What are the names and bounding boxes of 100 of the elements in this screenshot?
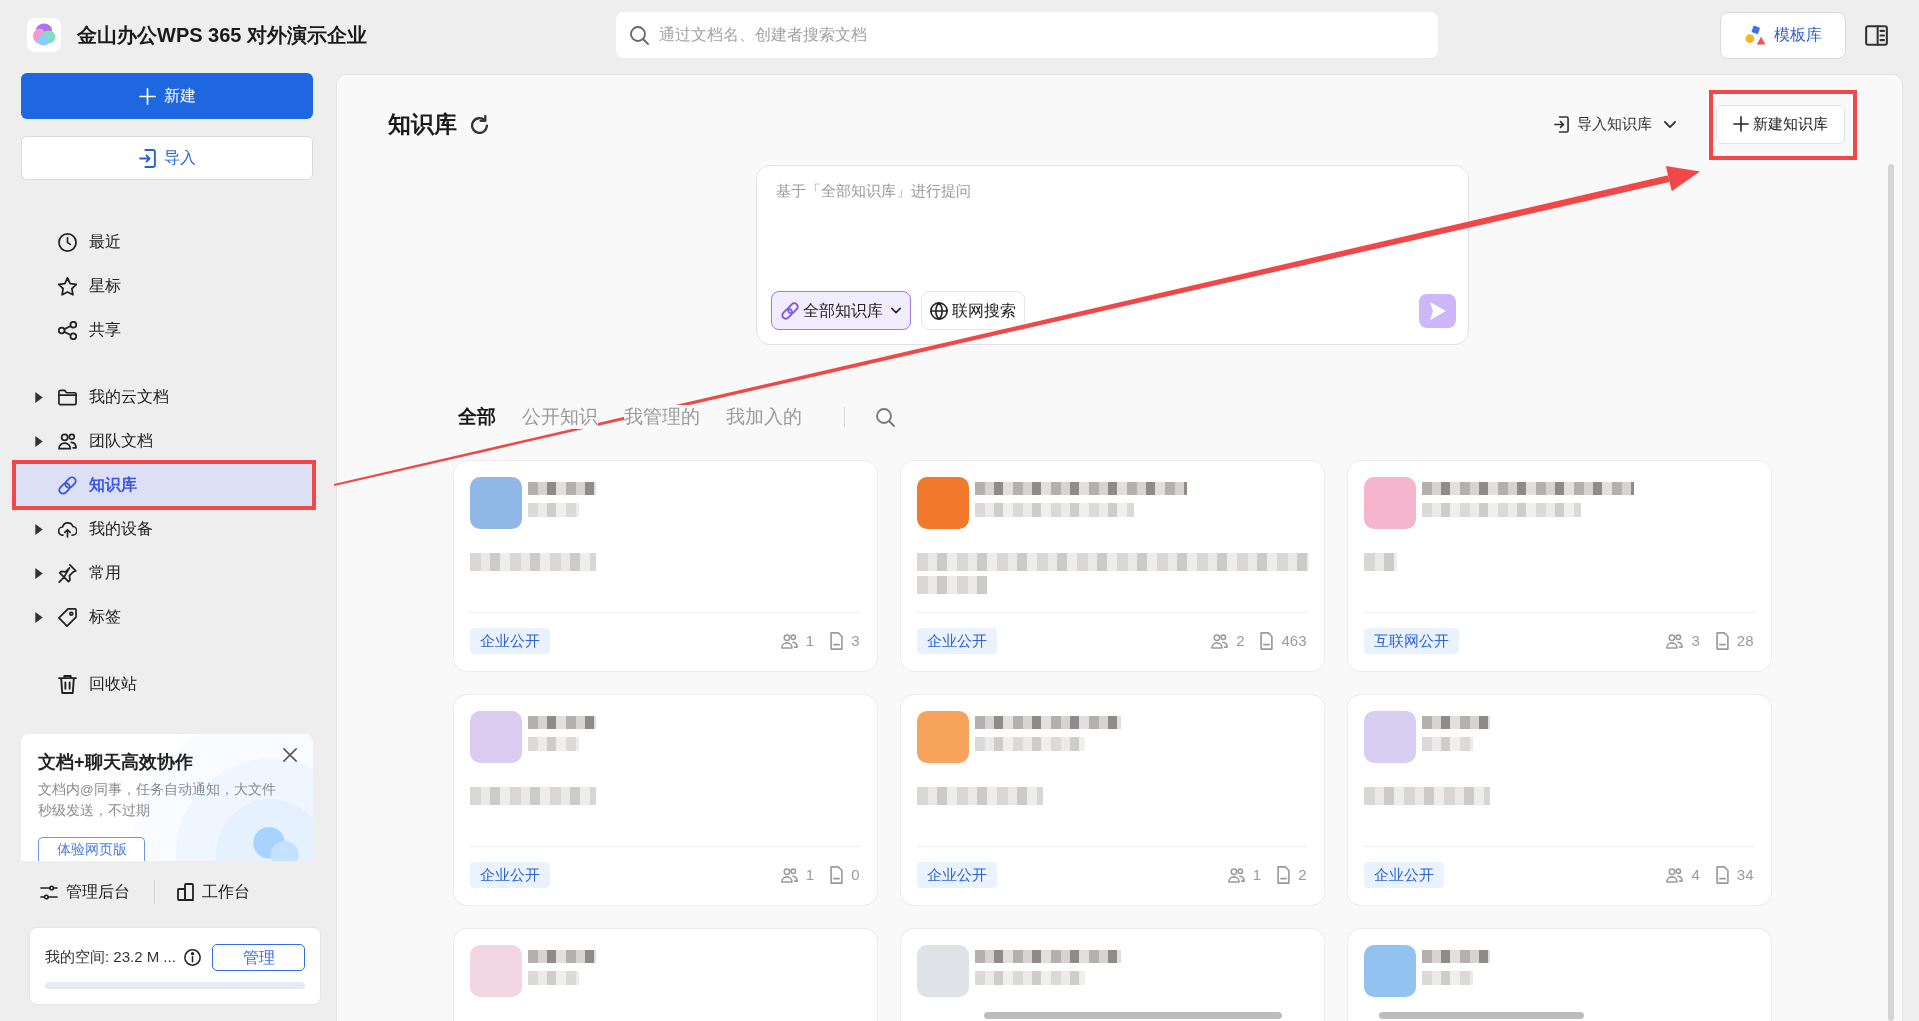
sliders-icon bbox=[40, 884, 58, 900]
pixelated-title bbox=[527, 950, 596, 963]
sidebar-item[interactable]: 回收站 bbox=[15, 662, 313, 706]
storage-usage: 我的空间: 23.2 M ... bbox=[45, 947, 176, 968]
scrollbar-thumb[interactable] bbox=[984, 1012, 1282, 1019]
try-web-button[interactable]: 体验网页版 bbox=[38, 837, 145, 861]
member-count: 4 bbox=[1691, 864, 1700, 885]
refresh-icon[interactable] bbox=[471, 114, 488, 134]
scrollbar-thumb[interactable] bbox=[1888, 164, 1894, 1021]
sidebar-item[interactable]: 我的设备 bbox=[15, 507, 313, 551]
member-count: 1 bbox=[1252, 864, 1262, 885]
people-icon bbox=[780, 867, 798, 883]
expand-caret-icon[interactable] bbox=[35, 435, 43, 447]
pixelated-title bbox=[1421, 950, 1490, 963]
trash-icon bbox=[58, 674, 77, 694]
knowledge-card[interactable]: 企业公开 1 0 bbox=[452, 694, 878, 906]
app-title: 金山办公WPS 365 对外演示企业 bbox=[77, 23, 368, 48]
expand-caret-icon[interactable] bbox=[35, 523, 43, 535]
knowledge-card[interactable]: 企业公开 4 34 bbox=[1346, 694, 1772, 906]
people-icon bbox=[1666, 867, 1684, 883]
visibility-tag: 企业公开 bbox=[469, 862, 550, 888]
expand-caret-icon[interactable] bbox=[35, 391, 43, 403]
document-icon bbox=[1260, 632, 1274, 650]
import-knowledge-menu[interactable]: 导入知识库 bbox=[1554, 112, 1676, 136]
pixelated-subtitle bbox=[527, 737, 579, 751]
admin-console-link[interactable]: 管理后台 bbox=[40, 880, 130, 904]
shapes-icon bbox=[1744, 25, 1766, 45]
panel-toggle-icon[interactable] bbox=[1865, 24, 1888, 46]
visibility-tag: 企业公开 bbox=[916, 628, 997, 654]
visibility-tag: 企业公开 bbox=[1363, 862, 1444, 888]
promo-title: 文档+聊天高效协作 bbox=[38, 751, 193, 774]
link-icon bbox=[58, 475, 77, 495]
sidebar-item[interactable]: 我的云文档 bbox=[15, 375, 313, 419]
document-icon bbox=[1715, 632, 1729, 650]
filter-tab[interactable]: 全部 bbox=[457, 405, 496, 429]
pixelated-title bbox=[527, 716, 596, 729]
chat-bubbles-icon bbox=[253, 827, 299, 861]
knowledge-card[interactable]: 企业公开 1 2 bbox=[899, 694, 1325, 906]
sidebar-item[interactable]: 常用 bbox=[15, 551, 313, 595]
pixelated-subtitle bbox=[527, 503, 579, 517]
visibility-tag: 企业公开 bbox=[469, 628, 550, 654]
pixelated-description bbox=[1363, 553, 1397, 571]
manage-button[interactable]: 管理 bbox=[212, 944, 305, 971]
search-icon bbox=[630, 25, 649, 45]
plus-icon bbox=[1733, 116, 1749, 132]
knowledge-card[interactable]: 互联网公开 3 28 bbox=[1346, 460, 1772, 672]
pixelated-subtitle bbox=[1421, 737, 1473, 751]
sidebar-item[interactable]: 团队文档 bbox=[15, 419, 313, 463]
member-count: 3 bbox=[1691, 630, 1700, 651]
close-icon[interactable] bbox=[283, 748, 297, 762]
clock-icon bbox=[58, 232, 77, 252]
document-icon bbox=[830, 866, 844, 884]
document-count: 2 bbox=[1298, 864, 1307, 885]
share-icon bbox=[58, 320, 77, 340]
search-input[interactable]: 通过文档名、创建者搜索文档 bbox=[657, 22, 1424, 48]
knowledge-card[interactable]: 企业公开 2 463 bbox=[899, 460, 1325, 672]
question-field[interactable]: 基于「全部知识库」进行提问 bbox=[771, 178, 1456, 291]
knowledge-card[interactable]: 企业公开 1 3 bbox=[452, 460, 878, 672]
search-icon[interactable] bbox=[875, 407, 895, 427]
pixelated-description bbox=[916, 576, 987, 594]
pixelated-title bbox=[527, 482, 596, 495]
import-button[interactable]: 导入 bbox=[21, 136, 313, 180]
document-icon bbox=[1715, 866, 1729, 884]
people-icon bbox=[1666, 633, 1684, 649]
document-icon bbox=[830, 632, 844, 650]
search-field[interactable]: 通过文档名、创建者搜索文档 bbox=[616, 12, 1438, 58]
chevron-down-icon bbox=[891, 307, 901, 314]
question-box[interactable]: 基于「全部知识库」进行提问 全部知识库 联网搜索 bbox=[756, 165, 1469, 345]
new-button[interactable]: 新建 bbox=[21, 73, 313, 119]
plus-icon bbox=[138, 87, 156, 105]
template-button[interactable]: 模板库 bbox=[1720, 11, 1846, 59]
sidebar-item[interactable]: 星标 bbox=[15, 264, 313, 308]
info-icon[interactable] bbox=[183, 949, 201, 966]
sidebar-item[interactable]: 知识库 bbox=[15, 463, 313, 507]
sidebar-item[interactable]: 标签 bbox=[15, 595, 313, 639]
member-count: 1 bbox=[805, 630, 815, 651]
sidebar-item[interactable]: 最近 bbox=[15, 220, 313, 264]
pin-icon bbox=[58, 563, 77, 583]
people-icon bbox=[1227, 867, 1245, 883]
promo-text: 文档内@同事，任务自动通知，大文件秒级发送，不过期 bbox=[38, 781, 277, 820]
new-knowledge-button[interactable]: 新建知识库 bbox=[1716, 104, 1845, 144]
logo-icon bbox=[27, 18, 61, 52]
pixelated-title bbox=[1421, 716, 1490, 729]
sidebar-item[interactable]: 共享 bbox=[15, 308, 313, 352]
pixelated-subtitle bbox=[527, 971, 579, 985]
people-icon bbox=[1211, 633, 1229, 649]
visibility-tag: 企业公开 bbox=[916, 862, 997, 888]
expand-caret-icon[interactable] bbox=[35, 611, 43, 623]
scrollbar-thumb[interactable] bbox=[1379, 1012, 1584, 1019]
expand-caret-icon[interactable] bbox=[35, 567, 43, 579]
workbench-link[interactable]: 工作台 bbox=[177, 880, 250, 904]
document-count: 34 bbox=[1736, 864, 1754, 885]
blocks-icon bbox=[177, 883, 194, 901]
import-icon bbox=[138, 148, 156, 168]
link-icon bbox=[781, 301, 799, 320]
web-search-toggle[interactable]: 联网搜索 bbox=[921, 291, 1025, 330]
scope-selector[interactable]: 全部知识库 bbox=[771, 291, 911, 330]
member-count: 1 bbox=[805, 864, 815, 885]
document-count: 463 bbox=[1281, 630, 1307, 651]
send-icon bbox=[1429, 301, 1446, 320]
